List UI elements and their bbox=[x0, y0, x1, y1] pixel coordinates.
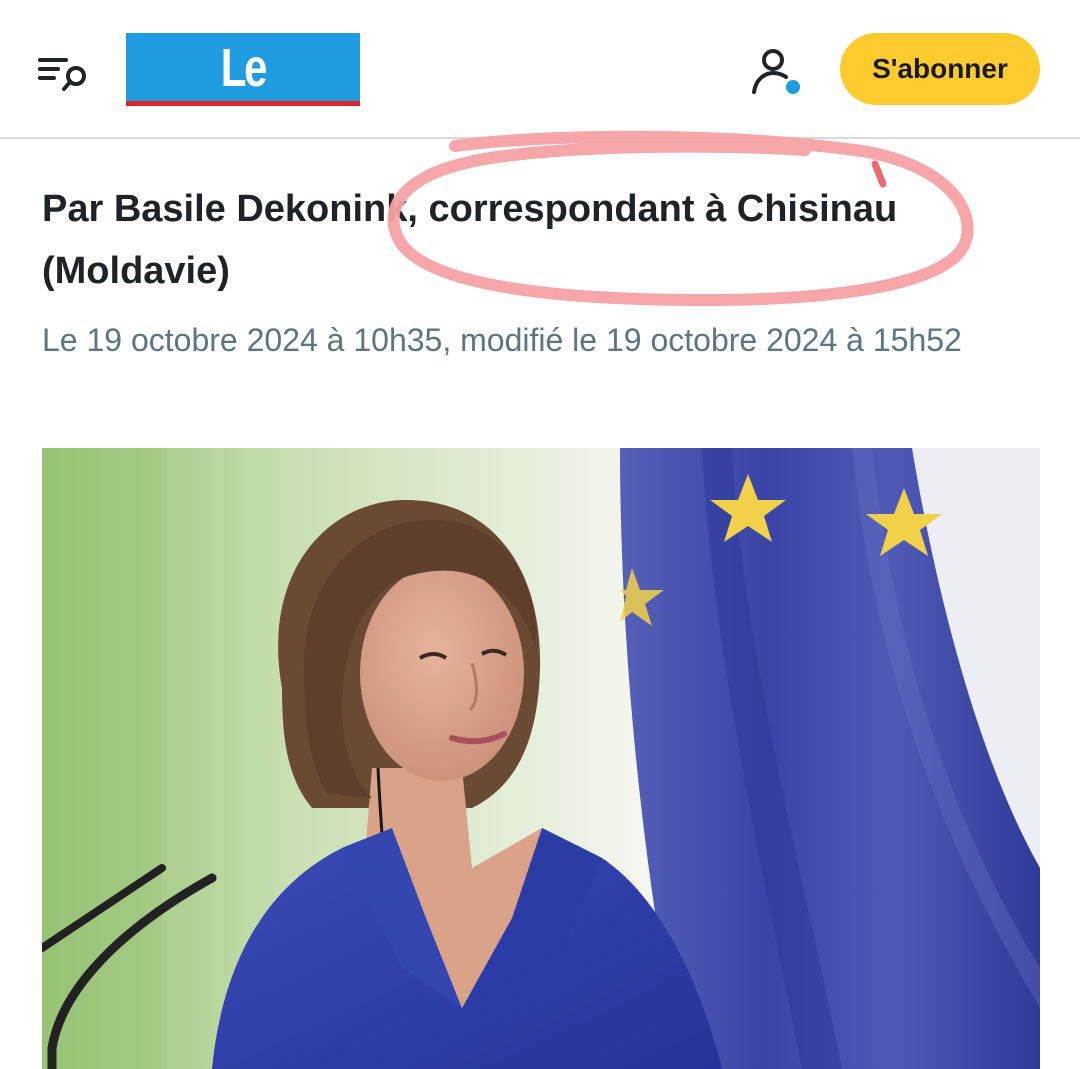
menu-search-button[interactable] bbox=[30, 48, 94, 96]
logo-wordmark: Le Parisien bbox=[170, 38, 318, 106]
user-icon bbox=[752, 49, 800, 94]
article-byline: Par Basile Dekonink, correspondant à Chi… bbox=[42, 188, 898, 292]
photo-illustration bbox=[42, 448, 1040, 1069]
account-button[interactable] bbox=[748, 44, 804, 100]
article-dateline: Le 19 octobre 2024 à 10h35, modifié le 1… bbox=[42, 322, 962, 358]
site-logo[interactable]: Le Parisien bbox=[126, 33, 360, 106]
subscribe-button[interactable]: S'abonner bbox=[840, 33, 1040, 105]
article-page: Le Parisien S'abonner Par Basile Dekonin… bbox=[0, 0, 1080, 1069]
site-header: Le Parisien S'abonner bbox=[0, 0, 1080, 139]
menu-search-icon bbox=[38, 58, 86, 91]
article-photo[interactable] bbox=[42, 448, 1040, 1069]
logo-underline bbox=[126, 101, 360, 106]
